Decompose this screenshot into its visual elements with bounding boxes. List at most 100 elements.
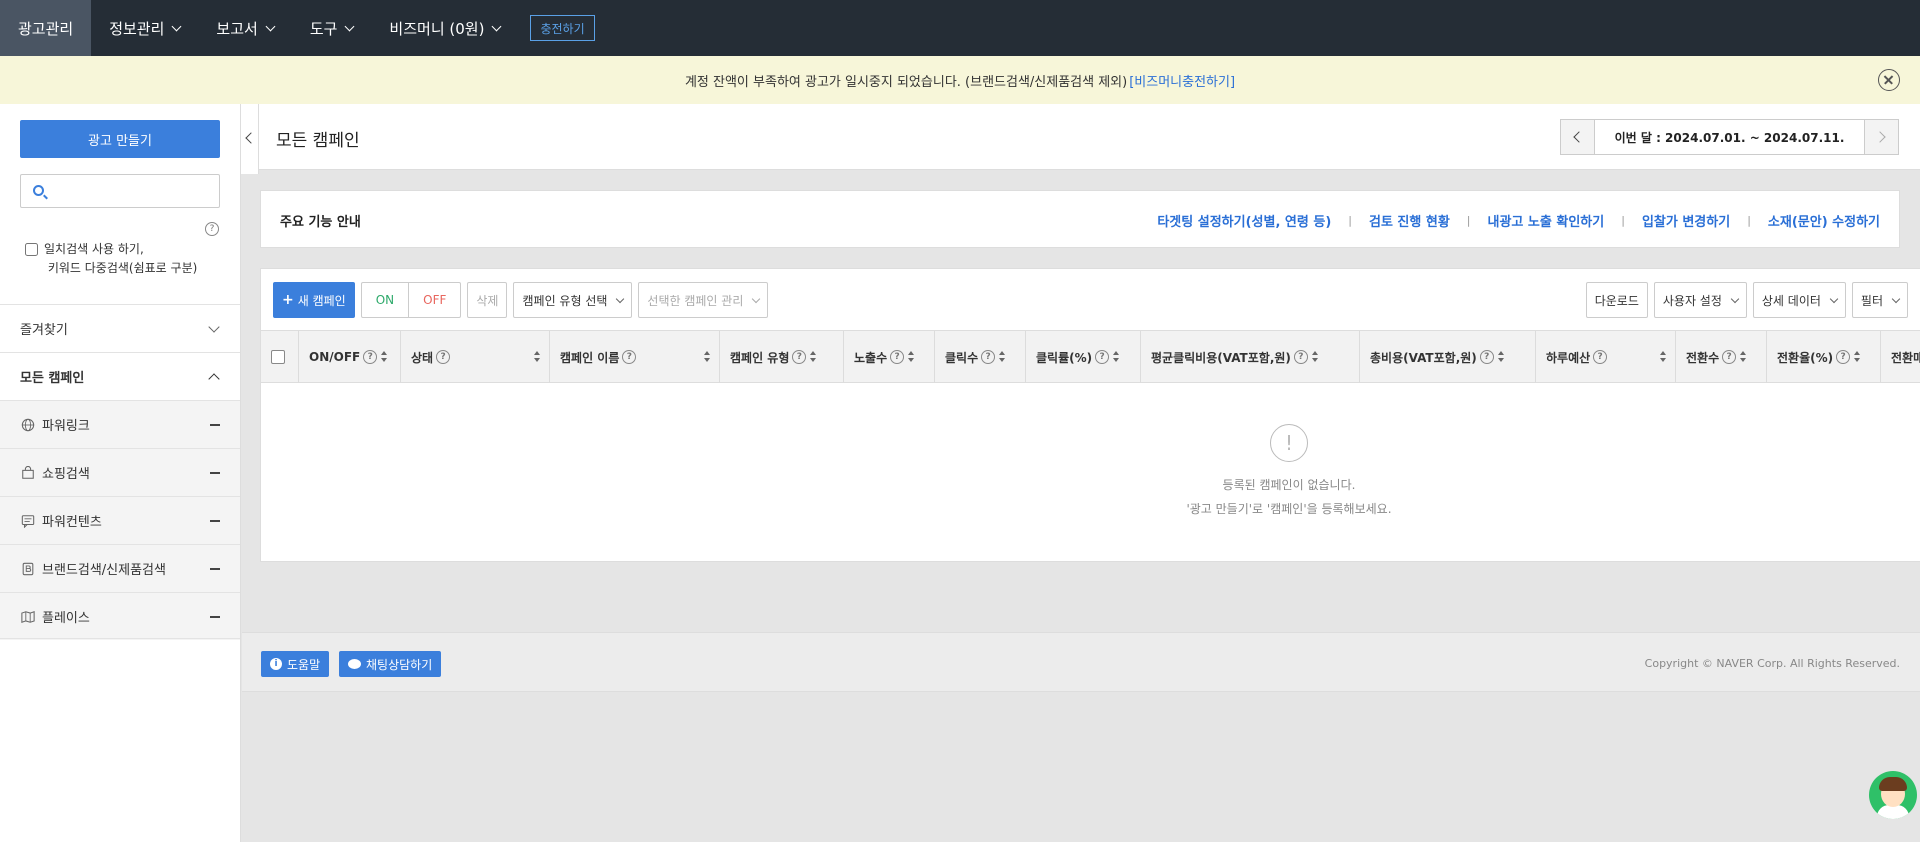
help-icon[interactable]: ? bbox=[1095, 350, 1110, 364]
exact-match-checkbox-row[interactable]: 일치검색 사용 하기, 키워드 다중검색(쉼표로 구분) bbox=[25, 240, 197, 278]
column-label: 총비용(VAT포함,원) bbox=[1370, 350, 1477, 365]
help-icon[interactable]: ? bbox=[205, 222, 219, 236]
chevron-down-icon bbox=[171, 21, 182, 31]
sort-icon[interactable] bbox=[534, 351, 541, 363]
column-clicks[interactable]: 클릭수? bbox=[935, 331, 1026, 383]
column-total-cost[interactable]: 총비용(VAT포함,원)? bbox=[1360, 331, 1536, 383]
filter-select[interactable]: 필터 bbox=[1851, 282, 1908, 318]
nav-item-tools[interactable]: 도구 bbox=[292, 0, 372, 56]
nav-item-bizmoney[interactable]: 비즈머니 (0원) bbox=[371, 0, 518, 56]
grid-header: ON/OFF? 상태? 캠페인 이름? 캠페인 유형? 노출수? 클릭수? 클릭… bbox=[261, 330, 1920, 383]
column-impressions[interactable]: 노출수? bbox=[844, 331, 935, 383]
column-label: 클릭수 bbox=[945, 350, 979, 365]
help-icon[interactable]: ? bbox=[363, 350, 378, 364]
column-label: 노출수 bbox=[854, 350, 888, 365]
guide-link-creative-edit[interactable]: 소재(문안) 수정하기 bbox=[1768, 211, 1880, 230]
manage-selected-select[interactable]: 선택한 캠페인 관리 bbox=[638, 282, 769, 318]
column-daily-budget[interactable]: 하루예산? bbox=[1536, 331, 1676, 383]
help-icon[interactable]: ? bbox=[1479, 350, 1494, 364]
nav-item-reports[interactable]: 보고서 bbox=[198, 0, 291, 56]
button-label: 도움말 bbox=[287, 657, 321, 672]
column-conversion-rate[interactable]: 전환율(%)? bbox=[1767, 331, 1881, 383]
sort-icon[interactable] bbox=[1497, 351, 1505, 363]
sort-icon[interactable] bbox=[381, 351, 388, 363]
minus-icon[interactable] bbox=[210, 472, 220, 474]
sort-icon[interactable] bbox=[810, 351, 817, 363]
help-icon[interactable]: ? bbox=[1722, 350, 1737, 364]
search-icon[interactable] bbox=[33, 185, 44, 196]
campaign-type-select[interactable]: 캠페인 유형 선택 bbox=[513, 282, 633, 318]
sort-icon[interactable] bbox=[908, 351, 915, 363]
guide-link-ad-exposure[interactable]: 내광고 노출 확인하기 bbox=[1488, 211, 1605, 230]
sidebar-item-shopping[interactable]: 쇼핑검색 bbox=[0, 448, 240, 496]
detail-data-select[interactable]: 상세 데이터 bbox=[1752, 282, 1846, 318]
column-conversions[interactable]: 전환수? bbox=[1676, 331, 1767, 383]
help-icon[interactable]: ? bbox=[1293, 350, 1308, 364]
guide-link-bid-change[interactable]: 입찰가 변경하기 bbox=[1642, 211, 1730, 230]
previous-period-button[interactable] bbox=[1561, 120, 1595, 154]
help-icon[interactable]: ? bbox=[622, 350, 637, 364]
on-button[interactable]: ON bbox=[360, 282, 410, 318]
guide-links: 타겟팅 설정하기(성별, 연령 등) | 검토 진행 현황 | 내광고 노출 확… bbox=[1157, 211, 1880, 230]
help-icon[interactable]: ? bbox=[1836, 350, 1851, 364]
sidebar-item-all-campaigns[interactable]: 모든 캠페인 bbox=[0, 352, 240, 400]
column-avg-cpc[interactable]: 평균클릭비용(VAT포함,원)? bbox=[1141, 331, 1360, 383]
help-button[interactable]: i 도움말 bbox=[261, 651, 330, 677]
sort-icon[interactable] bbox=[1311, 351, 1319, 363]
create-ad-button[interactable]: 광고 만들기 bbox=[20, 120, 220, 158]
column-on-off[interactable]: ON/OFF? bbox=[299, 331, 401, 383]
guide-link-review-status[interactable]: 검토 진행 현황 bbox=[1369, 211, 1450, 230]
chat-consult-button[interactable]: 채팅상담하기 bbox=[339, 651, 442, 677]
minus-icon[interactable] bbox=[210, 424, 220, 426]
campaign-toolbar-right: 다운로드 사용자 설정 상세 데이터 필터 bbox=[1585, 282, 1908, 318]
sort-icon[interactable] bbox=[1740, 351, 1747, 363]
close-icon[interactable] bbox=[1878, 69, 1900, 91]
search-input[interactable] bbox=[53, 175, 213, 207]
delete-button[interactable]: 삭제 bbox=[467, 282, 508, 318]
footer: i 도움말 채팅상담하기 Copyright © NAVER Corp. All … bbox=[242, 632, 1920, 692]
chevron-down-icon bbox=[208, 321, 220, 333]
bizmoney-charge-link[interactable]: [비즈머니충전하기] bbox=[1129, 71, 1235, 90]
off-button[interactable]: OFF bbox=[409, 282, 462, 318]
sort-icon[interactable] bbox=[1854, 351, 1861, 363]
banner-text: 계정 잔액이 부족하여 광고가 일시중지 되었습니다. (브랜드검색/신제품검색… bbox=[684, 74, 1128, 90]
guide-link-targeting[interactable]: 타겟팅 설정하기(성별, 연령 등) bbox=[1157, 211, 1331, 230]
next-period-button[interactable] bbox=[1864, 120, 1898, 154]
sidebar-item-brand-search[interactable]: 브랜드검색/신제품검색 bbox=[0, 544, 240, 592]
nav-item-info-management[interactable]: 정보관리 bbox=[91, 0, 198, 56]
sort-icon[interactable] bbox=[1660, 351, 1667, 363]
chevron-left-icon bbox=[245, 132, 257, 144]
help-icon[interactable]: ? bbox=[792, 350, 807, 364]
help-icon[interactable]: ? bbox=[981, 350, 996, 364]
charge-button[interactable]: 충전하기 bbox=[530, 15, 595, 41]
nav-item-ad-management[interactable]: 광고관리 bbox=[0, 0, 92, 56]
sort-icon[interactable] bbox=[704, 351, 711, 363]
sidebar-item-powercontents[interactable]: 파워컨텐츠 bbox=[0, 496, 240, 544]
help-icon[interactable]: ? bbox=[1593, 350, 1608, 364]
sidebar-item-powerlink[interactable]: 파워링크 bbox=[0, 400, 240, 448]
column-campaign-name[interactable]: 캠페인 이름? bbox=[550, 331, 720, 383]
help-icon[interactable]: ? bbox=[890, 350, 905, 364]
separator: | bbox=[1747, 214, 1751, 227]
sort-icon[interactable] bbox=[1113, 351, 1120, 363]
sidebar-collapse-button[interactable] bbox=[241, 104, 259, 174]
select-all-checkbox[interactable] bbox=[271, 350, 285, 364]
chatbot-avatar-button[interactable] bbox=[1869, 771, 1917, 819]
sort-icon[interactable] bbox=[999, 351, 1006, 363]
new-campaign-button[interactable]: + 새 캠페인 bbox=[273, 282, 355, 318]
column-campaign-type[interactable]: 캠페인 유형? bbox=[720, 331, 844, 383]
user-settings-select[interactable]: 사용자 설정 bbox=[1653, 282, 1747, 318]
date-range-label[interactable]: 이번 달 : 2024.07.01. ~ 2024.07.11. bbox=[1595, 120, 1864, 154]
minus-icon[interactable] bbox=[210, 616, 220, 618]
sidebar-item-favorites[interactable]: 즐겨찾기 bbox=[0, 304, 240, 352]
download-button[interactable]: 다운로드 bbox=[1585, 282, 1648, 318]
column-conversion-revenue[interactable]: 전환매출액 bbox=[1881, 331, 1920, 383]
help-icon[interactable]: ? bbox=[436, 350, 451, 364]
column-status[interactable]: 상태? bbox=[401, 331, 550, 383]
column-ctr[interactable]: 클릭률(%)? bbox=[1026, 331, 1141, 383]
exclamation-icon: ! bbox=[1270, 424, 1308, 462]
minus-icon[interactable] bbox=[210, 520, 220, 522]
exact-match-checkbox[interactable] bbox=[25, 243, 38, 256]
sidebar-item-place[interactable]: 플레이스 bbox=[0, 592, 240, 640]
minus-icon[interactable] bbox=[210, 568, 220, 570]
